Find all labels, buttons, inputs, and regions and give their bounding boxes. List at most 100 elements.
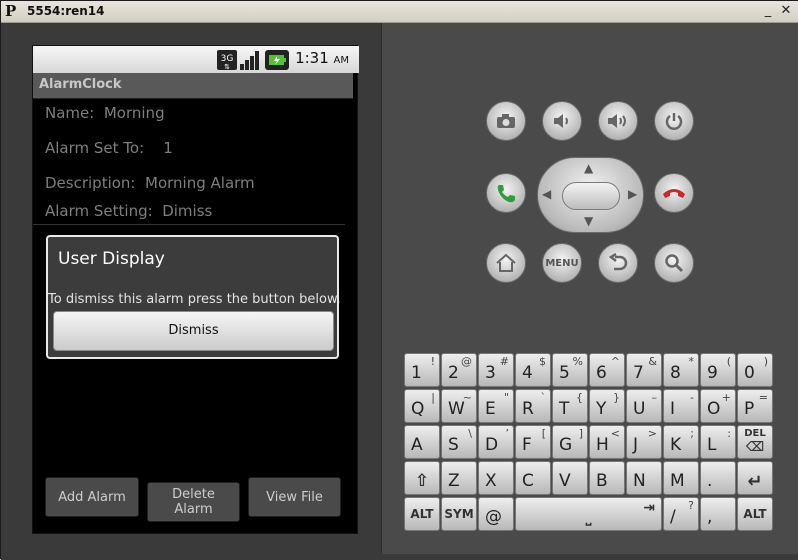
key-n[interactable]: N xyxy=(626,461,662,495)
dpad-down-icon[interactable]: ▼ xyxy=(584,214,593,228)
key-b[interactable]: B xyxy=(589,461,625,495)
key-g[interactable]: G] xyxy=(552,425,588,459)
sym-key[interactable]: SYM xyxy=(441,497,477,531)
key-q-alt-label: | xyxy=(431,391,435,404)
key-m-label: M xyxy=(670,471,685,491)
key-period[interactable]: . xyxy=(700,461,736,495)
key-f[interactable]: F[ xyxy=(515,425,551,459)
key-4[interactable]: 4 $ xyxy=(515,353,551,387)
enter-key-label: ↵ xyxy=(747,471,763,492)
back-button[interactable] xyxy=(598,243,638,283)
volume-up-button[interactable] xyxy=(598,101,638,141)
key-d[interactable]: D’ xyxy=(478,425,514,459)
minimize-button[interactable]: _ xyxy=(761,3,775,18)
key-e[interactable]: E " xyxy=(478,389,514,423)
key-m[interactable]: M xyxy=(663,461,699,495)
key-a[interactable]: A xyxy=(404,425,440,459)
key-o[interactable]: O + xyxy=(700,389,736,423)
back-icon xyxy=(608,253,628,271)
key-l[interactable]: L: xyxy=(700,425,736,459)
emulator-window: P 5554:ren14 _ ✕ 3G ⇅ 1:31 AM AlarmClock… xyxy=(0,0,798,560)
key-t-label: T xyxy=(559,399,570,419)
description-label: Description: xyxy=(45,174,136,192)
key-q-label: Q xyxy=(411,399,425,419)
key-c[interactable]: C xyxy=(515,461,551,495)
call-icon xyxy=(497,185,515,203)
menu-button[interactable]: MENU xyxy=(542,243,582,283)
alt-right-key[interactable]: ALT xyxy=(737,497,773,531)
key-3[interactable]: 3 # xyxy=(478,353,514,387)
key-h[interactable]: H < xyxy=(589,425,625,459)
key-z[interactable]: Z xyxy=(441,461,477,495)
key-y[interactable]: Y} xyxy=(589,389,625,423)
power-button[interactable] xyxy=(654,101,694,141)
home-button[interactable] xyxy=(486,243,526,283)
dpad-right-icon[interactable]: ▶ xyxy=(628,187,637,201)
key-u[interactable]: U – xyxy=(626,389,662,423)
enter-key[interactable]: ↵ xyxy=(737,461,773,495)
clock-ampm: AM xyxy=(333,55,349,66)
key-h-label: H xyxy=(596,435,609,455)
close-button[interactable]: ✕ xyxy=(779,3,793,18)
view-file-button[interactable]: View File xyxy=(248,477,341,517)
key-6-label: 6 xyxy=(596,363,607,383)
delete-key-label: DEL xyxy=(744,428,766,439)
status-bar: 3G ⇅ 1:31 AM xyxy=(33,46,359,73)
key-i-label: I xyxy=(670,399,676,419)
key-v[interactable]: V xyxy=(552,461,588,495)
dialog-title: User Display xyxy=(58,249,165,269)
dpad-center-button[interactable] xyxy=(562,182,620,210)
key-5[interactable]: 5% xyxy=(552,353,588,387)
key-w-alt-label: ~ xyxy=(462,391,472,404)
search-button[interactable] xyxy=(654,243,694,283)
key-at[interactable]: @ xyxy=(478,497,514,531)
shift-key[interactable]: ⇧ xyxy=(404,461,440,495)
tab-icon: ⇥ xyxy=(643,500,655,516)
key-l-label: L xyxy=(707,435,717,455)
key-v-label: V xyxy=(559,471,571,491)
key-p[interactable]: P = xyxy=(737,389,773,423)
key-t[interactable]: T{ xyxy=(552,389,588,423)
key-r[interactable]: R ` xyxy=(515,389,551,423)
space-key[interactable]: ⎵ ⇥ xyxy=(515,497,662,531)
key-q[interactable]: Q | xyxy=(404,389,440,423)
call-button[interactable] xyxy=(486,173,526,213)
key-2-label: 2 xyxy=(448,363,459,383)
setting-value: Dimiss xyxy=(162,202,213,220)
app-title: AlarmClock xyxy=(39,77,122,92)
key-2[interactable]: 2 @ xyxy=(441,353,477,387)
camera-button[interactable] xyxy=(486,101,526,141)
key-comma[interactable]: , xyxy=(700,497,736,531)
key-l-alt-label: : xyxy=(727,427,731,440)
key-r-alt-label: ` xyxy=(540,391,547,404)
key-1[interactable]: 1! xyxy=(404,353,440,387)
dismiss-button[interactable]: Dismiss xyxy=(53,311,334,351)
key-w[interactable]: W ~ xyxy=(441,389,477,423)
volume-down-button[interactable] xyxy=(542,101,582,141)
key-u-label: U xyxy=(633,399,646,419)
key-6[interactable]: 6 ^ xyxy=(589,353,625,387)
key-j[interactable]: J > xyxy=(626,425,662,459)
delete-key[interactable]: DEL ⌫ xyxy=(737,425,773,459)
key-s[interactable]: S \ xyxy=(441,425,477,459)
key-x[interactable]: X xyxy=(478,461,514,495)
key-s-alt-label: \ xyxy=(468,427,472,440)
add-alarm-button[interactable]: Add Alarm xyxy=(45,477,139,517)
key-slash[interactable]: /? xyxy=(663,497,699,531)
end-call-button[interactable] xyxy=(654,173,694,213)
key-f-alt-label: [ xyxy=(541,427,546,440)
key-8[interactable]: 8 * xyxy=(663,353,699,387)
key-9[interactable]: 9( xyxy=(700,353,736,387)
dpad[interactable]: ▲ ▼ ◀ ▶ xyxy=(537,157,644,233)
key-z-label: Z xyxy=(448,471,460,491)
delete-alarm-button[interactable]: Delete Alarm xyxy=(147,482,240,522)
key-0[interactable]: 0) xyxy=(737,353,773,387)
dpad-up-icon[interactable]: ▲ xyxy=(584,161,593,175)
key-i[interactable]: I- xyxy=(663,389,699,423)
setting-label: Alarm Setting: xyxy=(45,202,153,220)
dpad-left-icon[interactable]: ◀ xyxy=(542,187,551,201)
key-k[interactable]: K; xyxy=(663,425,699,459)
key-7[interactable]: 7 & xyxy=(626,353,662,387)
alt-left-key[interactable]: ALT xyxy=(404,497,440,531)
search-icon xyxy=(665,254,684,273)
